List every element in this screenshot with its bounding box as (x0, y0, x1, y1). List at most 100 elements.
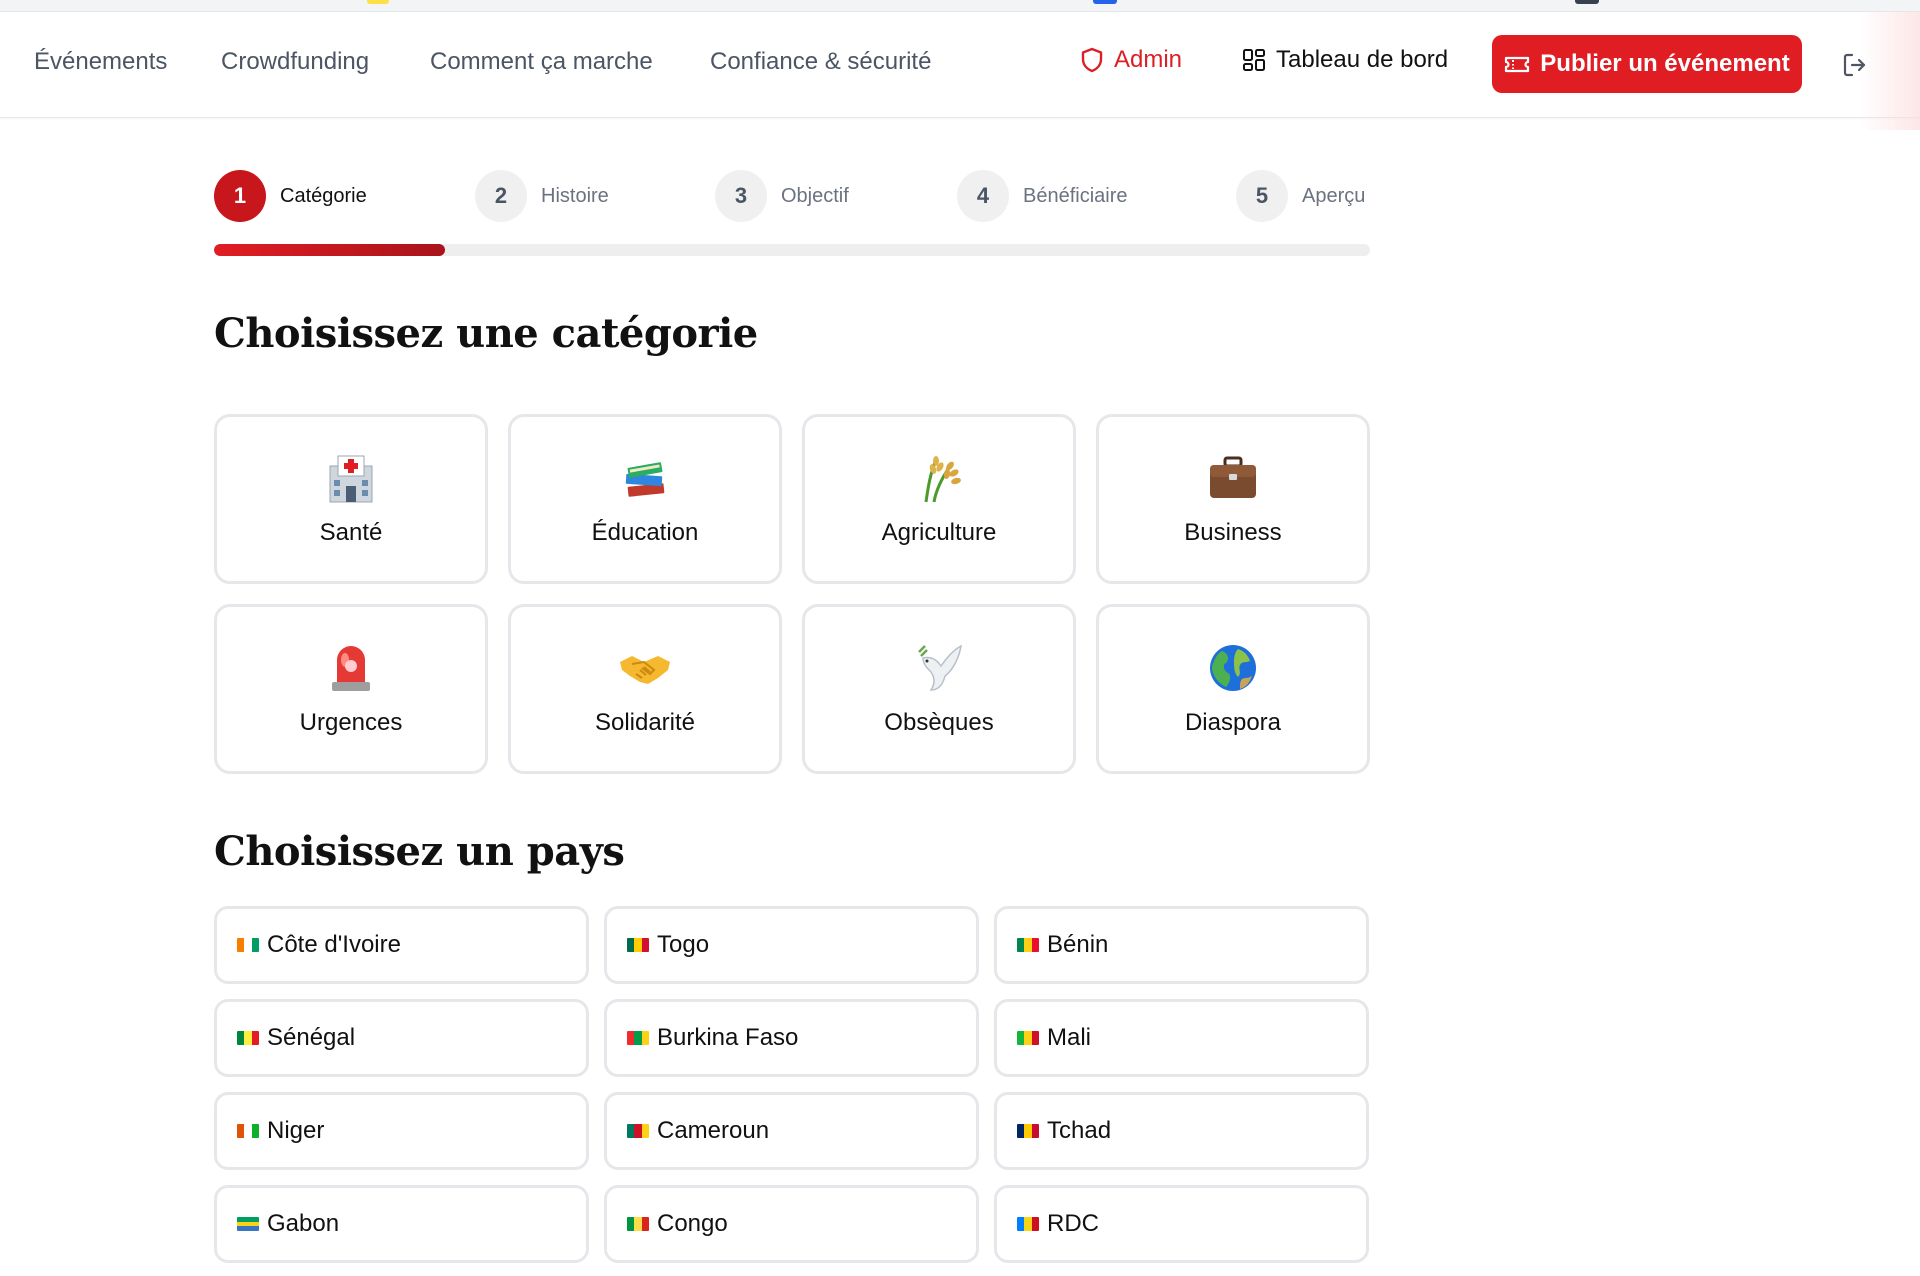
category-card-sante[interactable]: Santé (214, 414, 488, 584)
dashboard-link[interactable]: Tableau de bord (1242, 46, 1448, 74)
country-card-mali[interactable]: Mali (994, 999, 1369, 1077)
category-label: Santé (319, 519, 383, 546)
flag-icon (627, 1217, 649, 1231)
rice-icon (912, 451, 966, 505)
category-card-obseques[interactable]: Obsèques (802, 604, 1076, 774)
briefcase-icon (1206, 451, 1260, 505)
dashboard-grid-icon (1243, 49, 1265, 71)
country-section-title: Choisissez un pays (214, 828, 625, 875)
category-label: Solidarité (594, 709, 696, 736)
dashboard-label: Tableau de bord (1276, 46, 1449, 73)
country-label: Côte d'Ivoire (267, 931, 401, 958)
category-label: Diaspora (1184, 709, 1282, 736)
wizard-progress-bar (214, 244, 1370, 256)
country-label: Sénégal (267, 1024, 356, 1051)
shield-icon (1081, 47, 1103, 73)
country-card-cote-divoire[interactable]: Côte d'Ivoire (214, 906, 589, 984)
bookmark-marker (1575, 0, 1599, 4)
flag-icon (237, 1217, 259, 1231)
category-label: Agriculture (881, 519, 997, 546)
step-story[interactable]: 2 Histoire (475, 170, 609, 222)
nav-link-how-it-works[interactable]: Comment ça marche (430, 48, 653, 76)
category-label: Obsèques (884, 709, 994, 736)
flag-icon (1017, 1124, 1039, 1138)
wizard-stepper: 1 Catégorie 2 Histoire 3 Objectif 4 Béné… (214, 170, 1370, 230)
category-card-agriculture[interactable]: Agriculture (802, 414, 1076, 584)
publish-event-label: Publier un événement (1540, 50, 1790, 77)
country-card-rdc[interactable]: RDC (994, 1185, 1369, 1263)
step-label: Bénéficiaire (1023, 184, 1128, 207)
ticket-icon (1505, 56, 1530, 73)
country-label: Mali (1047, 1024, 1092, 1051)
step-label: Histoire (541, 184, 609, 207)
country-card-benin[interactable]: Bénin (994, 906, 1369, 984)
category-label: Business (1184, 519, 1282, 546)
flag-icon (1017, 1031, 1039, 1045)
flag-icon (1017, 938, 1039, 952)
step-category[interactable]: 1 Catégorie (214, 170, 367, 222)
category-card-diaspora[interactable]: Diaspora (1096, 604, 1370, 774)
flag-icon (627, 938, 649, 952)
country-card-cameroun[interactable]: Cameroun (604, 1092, 979, 1170)
step-label: Objectif (781, 184, 849, 207)
step-preview[interactable]: 5 Aperçu (1236, 170, 1365, 222)
category-label: Urgences (299, 709, 403, 736)
admin-label: Admin (1114, 46, 1183, 73)
country-label: Niger (267, 1117, 325, 1144)
flag-icon (237, 1124, 259, 1138)
country-label: RDC (1047, 1210, 1099, 1237)
country-card-burkina-faso[interactable]: Burkina Faso (604, 999, 979, 1077)
step-label: Catégorie (280, 184, 367, 207)
category-section-title: Choisissez une catégorie (214, 310, 758, 357)
nav-link-trust-safety[interactable]: Confiance & sécurité (710, 48, 931, 76)
country-card-congo[interactable]: Congo (604, 1185, 979, 1263)
country-label: Bénin (1047, 931, 1109, 958)
country-label: Tchad (1047, 1117, 1112, 1144)
dove-icon (912, 641, 966, 695)
step-number: 4 (957, 170, 1009, 222)
site-header: Événements Crowdfunding Comment ça march… (0, 12, 1920, 130)
wizard-progress-fill (214, 244, 446, 256)
country-label: Togo (657, 931, 710, 958)
country-card-senegal[interactable]: Sénégal (214, 999, 589, 1077)
country-card-tchad[interactable]: Tchad (994, 1092, 1369, 1170)
handshake-icon (618, 641, 672, 695)
category-label: Éducation (591, 519, 699, 546)
step-number: 2 (475, 170, 527, 222)
country-card-togo[interactable]: Togo (604, 906, 979, 984)
browser-top-strip (0, 0, 1920, 12)
category-card-business[interactable]: Business (1096, 414, 1370, 584)
admin-link[interactable]: Admin (1080, 46, 1182, 74)
step-number: 1 (214, 170, 266, 222)
step-label: Aperçu (1302, 184, 1366, 207)
country-label: Cameroun (657, 1117, 770, 1144)
siren-icon (324, 641, 378, 695)
flag-icon (237, 938, 259, 952)
country-grid: Côte d'Ivoire Togo Bénin Sénégal Burkina… (214, 906, 1370, 1263)
flag-icon (627, 1031, 649, 1045)
bookmark-marker (367, 0, 389, 4)
flag-icon (627, 1124, 649, 1138)
flag-icon (1017, 1217, 1039, 1231)
category-card-education[interactable]: Éducation (508, 414, 782, 584)
country-label: Congo (657, 1210, 728, 1237)
step-goal[interactable]: 3 Objectif (715, 170, 849, 222)
globe-icon (1206, 641, 1260, 695)
nav-link-crowdfunding[interactable]: Crowdfunding (221, 48, 369, 76)
bookmark-marker (1093, 0, 1117, 4)
step-number: 3 (715, 170, 767, 222)
country-card-niger[interactable]: Niger (214, 1092, 589, 1170)
category-grid: Santé Éducation Agriculture Business Urg… (214, 414, 1370, 774)
nav-link-events[interactable]: Événements (34, 48, 167, 76)
hospital-icon (324, 451, 378, 505)
category-card-urgences[interactable]: Urgences (214, 604, 488, 774)
step-number: 5 (1236, 170, 1288, 222)
header-edge-glow (1860, 12, 1920, 130)
books-icon (618, 451, 672, 505)
category-card-solidarite[interactable]: Solidarité (508, 604, 782, 774)
country-label: Gabon (267, 1210, 340, 1237)
publish-event-button[interactable]: Publier un événement (1492, 35, 1802, 93)
step-beneficiary[interactable]: 4 Bénéficiaire (957, 170, 1128, 222)
country-card-gabon[interactable]: Gabon (214, 1185, 589, 1263)
country-label: Burkina Faso (657, 1024, 799, 1051)
